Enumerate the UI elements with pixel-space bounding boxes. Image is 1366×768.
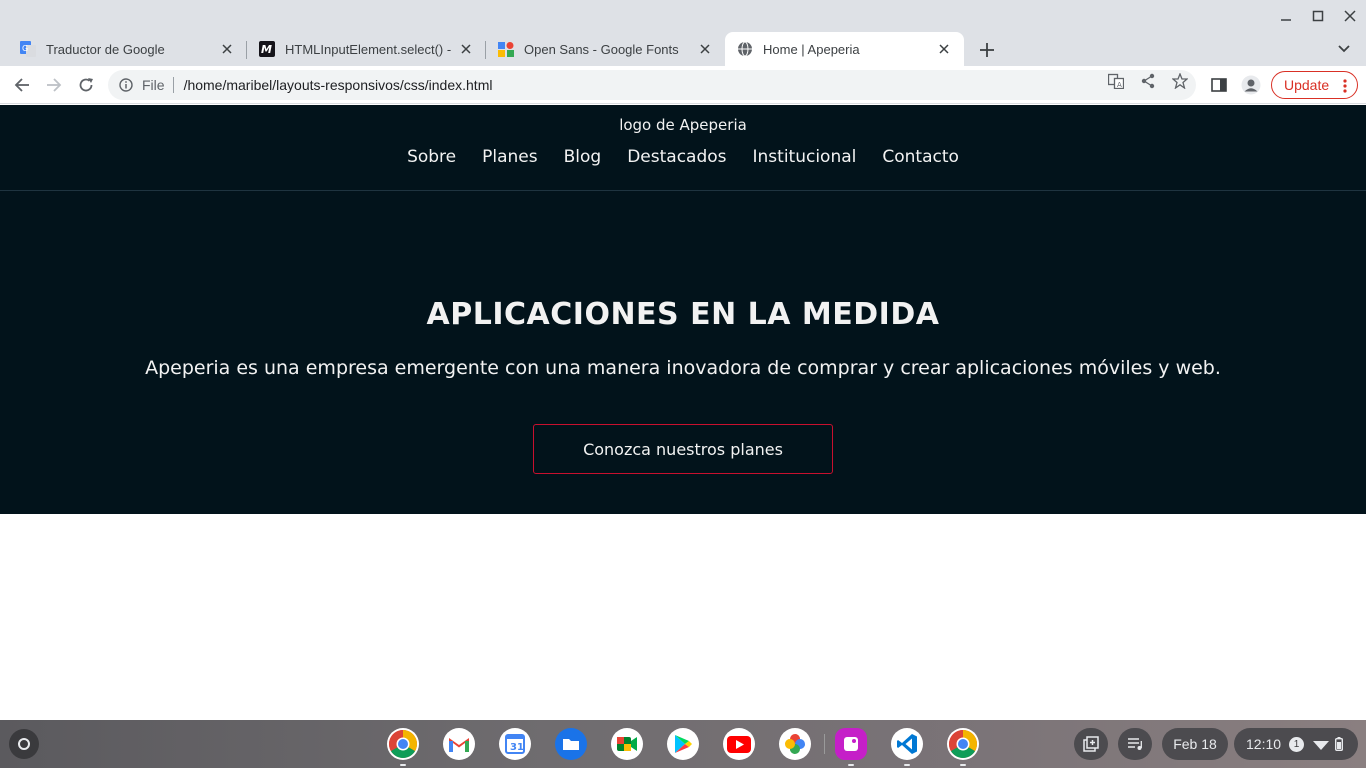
close-window-icon[interactable]: [1334, 0, 1366, 32]
svg-text:31: 31: [510, 742, 524, 753]
tab-mdn-select[interactable]: M HTMLInputElement.select() - W: [247, 32, 486, 66]
photos-icon[interactable]: [779, 728, 811, 760]
logo-broken-image[interactable]: logo de Apeperia: [0, 116, 1366, 134]
vscode-icon[interactable]: [891, 728, 923, 766]
calendar-icon[interactable]: 31: [499, 728, 531, 760]
chrome-icon[interactable]: [387, 728, 419, 766]
google-translate-icon: G: [20, 41, 36, 57]
hero-section: APLICACIONES EN LA MEDIDA Apeperia es un…: [0, 191, 1366, 514]
plans-cta-button[interactable]: Conozca nuestros planes: [533, 424, 833, 474]
tab-close-icon[interactable]: [458, 41, 474, 57]
clock-text: 12:10: [1246, 736, 1282, 752]
more-menu-icon[interactable]: [1343, 78, 1347, 94]
launcher-icon[interactable]: [9, 729, 39, 759]
tab-title: Traductor de Google: [46, 41, 165, 57]
window-controls: [1270, 0, 1366, 32]
browser-toolbar: File /home/maribel/layouts-responsivos/c…: [0, 66, 1366, 104]
side-panel-icon[interactable]: [1205, 71, 1233, 99]
new-tab-icon[interactable]: [976, 39, 998, 61]
tab-list: G Traductor de Google M HTMLInputElement…: [8, 32, 964, 66]
globe-icon: [737, 41, 753, 57]
tab-close-icon[interactable]: [936, 41, 952, 57]
nav-link-sobre[interactable]: Sobre: [407, 147, 456, 167]
meet-icon[interactable]: [611, 728, 643, 760]
address-bar[interactable]: File /home/maribel/layouts-responsivos/c…: [108, 70, 1196, 100]
screen-capture-icon[interactable]: [1074, 728, 1108, 760]
main-nav: Sobre Planes Blog Destacados Institucion…: [0, 147, 1366, 167]
page-viewport: logo de Apeperia Sobre Planes Blog Desta…: [0, 105, 1366, 720]
scheme-divider: [172, 77, 174, 93]
hero-title: APLICACIONES EN LA MEDIDA: [426, 297, 940, 332]
system-tray[interactable]: 12:10 1: [1234, 728, 1358, 760]
logo-alt-text: logo de Apeperia: [619, 116, 747, 134]
tab-title: Home | Apeperia: [763, 41, 860, 57]
tab-close-icon[interactable]: [219, 41, 235, 57]
forward-icon[interactable]: [40, 71, 68, 99]
tab-home-apeperia[interactable]: Home | Apeperia: [725, 32, 964, 66]
chrome-icon[interactable]: [947, 728, 979, 766]
nav-link-blog[interactable]: Blog: [564, 147, 602, 167]
shelf-divider: [824, 734, 825, 754]
profile-avatar-icon[interactable]: [1237, 71, 1265, 99]
tab-google-translate[interactable]: G Traductor de Google: [8, 32, 247, 66]
tab-google-fonts[interactable]: Open Sans - Google Fonts: [486, 32, 725, 66]
url-text[interactable]: /home/maribel/layouts-responsivos/css/in…: [184, 77, 493, 93]
minimize-icon[interactable]: [1270, 0, 1302, 32]
media-controls-icon[interactable]: [1118, 728, 1152, 760]
battery-icon: [1335, 737, 1344, 751]
files-icon[interactable]: [555, 728, 587, 760]
site-header: logo de Apeperia Sobre Planes Blog Desta…: [0, 105, 1366, 191]
translate-icon[interactable]: A: [1107, 72, 1125, 90]
nav-link-planes[interactable]: Planes: [482, 147, 537, 167]
update-button[interactable]: Update: [1271, 71, 1358, 99]
os-shelf: 31 Feb 18 12:10 1: [0, 720, 1366, 768]
reload-icon[interactable]: [72, 71, 100, 99]
wifi-icon: [1313, 738, 1330, 750]
play-store-icon[interactable]: [667, 728, 699, 760]
notification-count-badge: 1: [1289, 736, 1305, 752]
bookmark-star-icon[interactable]: [1171, 72, 1189, 90]
tab-title: Open Sans - Google Fonts: [524, 41, 679, 57]
nav-link-institucional[interactable]: Institucional: [753, 147, 857, 167]
url-scheme: File: [142, 77, 165, 93]
google-fonts-icon: [498, 41, 514, 57]
share-icon[interactable]: [1139, 72, 1157, 90]
maximize-icon[interactable]: [1302, 0, 1334, 32]
svg-text:M: M: [261, 43, 272, 56]
back-icon[interactable]: [8, 71, 36, 99]
date-text: Feb 18: [1173, 736, 1217, 752]
tab-close-icon[interactable]: [697, 41, 713, 57]
site-info-icon[interactable]: [118, 77, 134, 93]
gallery-icon[interactable]: [835, 728, 867, 766]
hero-subtitle: Apeperia es una empresa emergente con un…: [145, 357, 1221, 379]
svg-text:G: G: [22, 44, 28, 53]
tab-title: HTMLInputElement.select() - W: [285, 41, 452, 57]
nav-link-contacto[interactable]: Contacto: [882, 147, 959, 167]
youtube-icon[interactable]: [723, 728, 755, 760]
nav-link-destacados[interactable]: Destacados: [627, 147, 726, 167]
svg-text:A: A: [1117, 81, 1122, 89]
date-indicator[interactable]: Feb 18: [1162, 728, 1228, 760]
update-label: Update: [1284, 77, 1330, 93]
browser-tab-strip: G Traductor de Google M HTMLInputElement…: [0, 0, 1366, 66]
mdn-icon: M: [259, 41, 275, 57]
gmail-icon[interactable]: [443, 728, 475, 760]
tab-search-chevron-icon[interactable]: [1334, 39, 1354, 59]
